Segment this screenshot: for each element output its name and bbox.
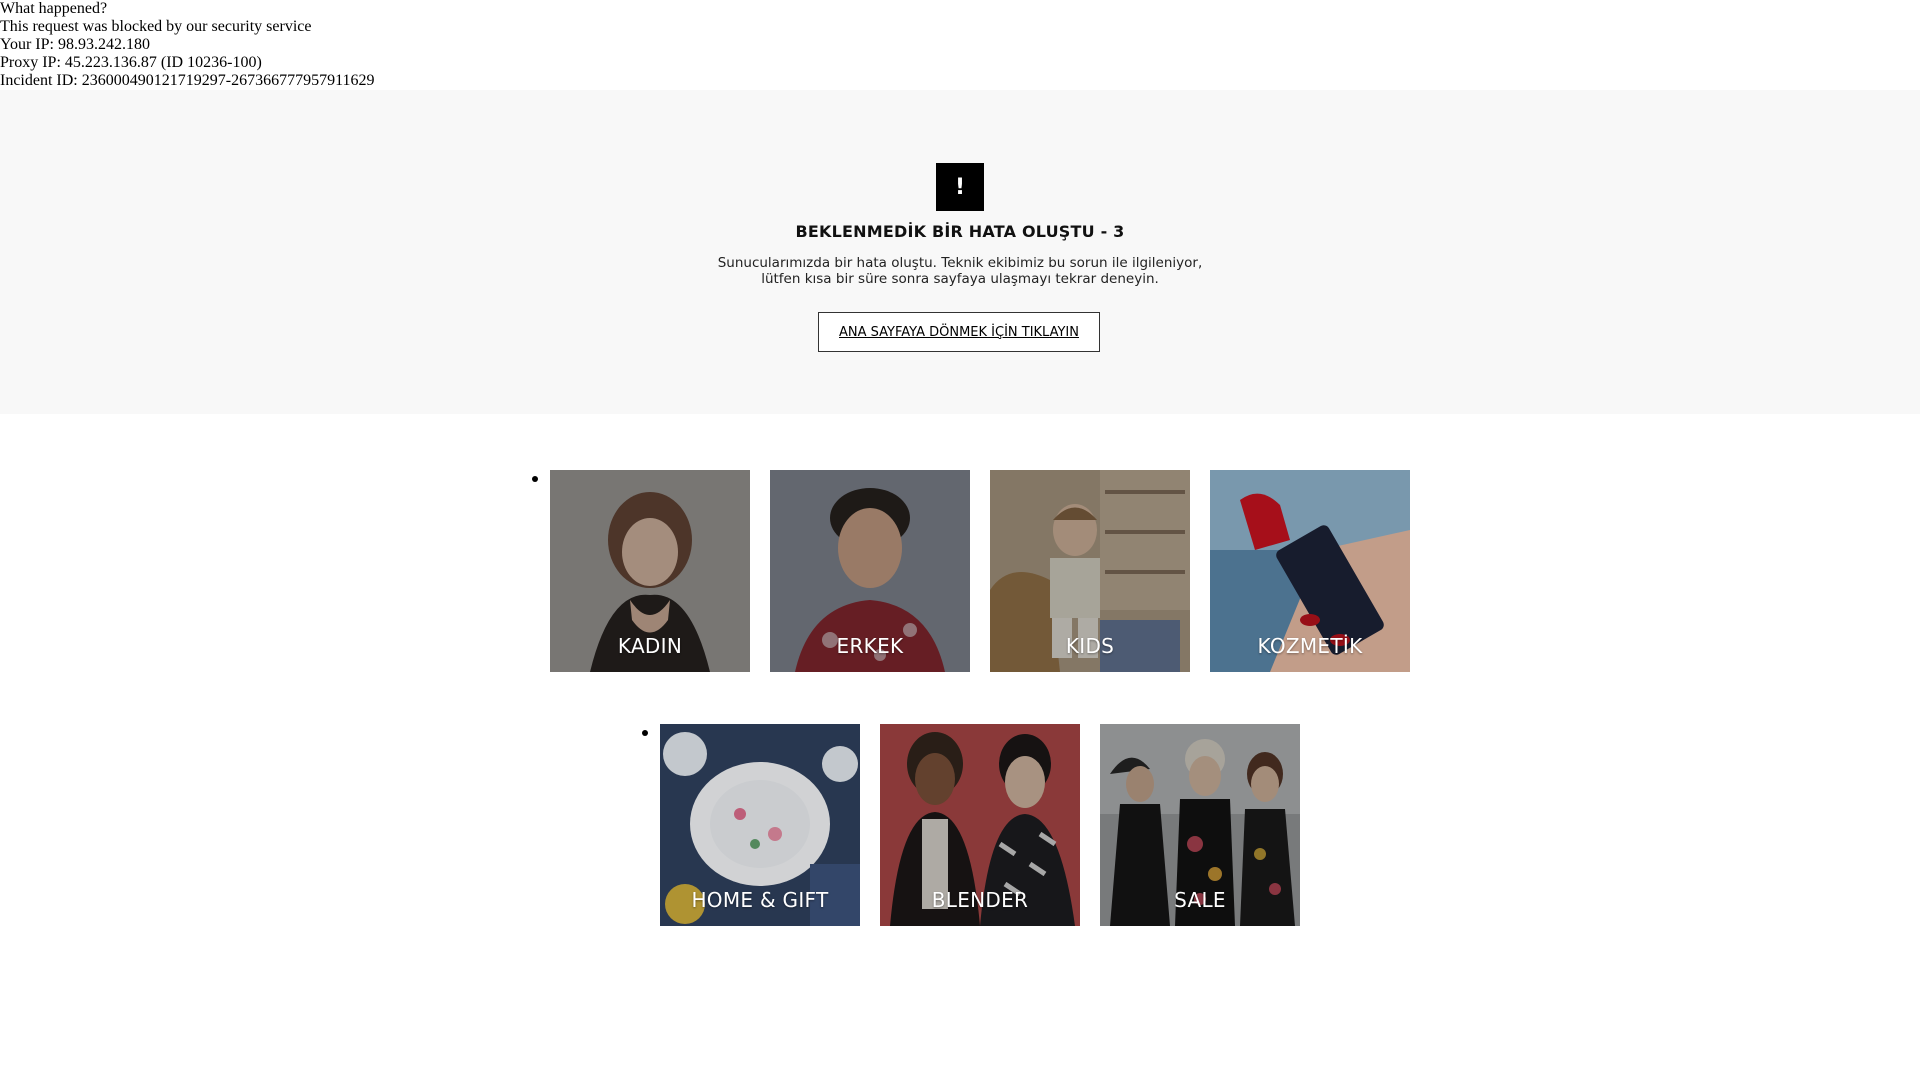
category-label: KOZMETİK bbox=[1257, 634, 1363, 658]
category-tile-blender[interactable]: BLENDER bbox=[880, 724, 1080, 926]
incident-id-text: Incident ID: 236000490121719297-26736677… bbox=[0, 72, 375, 89]
exclamation-icon: ! bbox=[936, 163, 984, 211]
security-block-info: What happened? This request was blocked … bbox=[0, 0, 1920, 90]
proxy-ip-text: Proxy IP: 45.223.136.87 (ID 10236-100) bbox=[0, 54, 262, 71]
error-title: BEKLENMEDİK BİR HATA OLUŞTU - 3 bbox=[795, 222, 1125, 241]
category-tile-home-gift[interactable]: HOME & GIFT bbox=[660, 724, 860, 926]
home-page-link[interactable]: ANA SAYFAYA DÖNMEK İÇİN TIKLAYIN bbox=[818, 312, 1100, 352]
category-tile-erkek[interactable]: ERKEK bbox=[770, 470, 970, 672]
list-bullet bbox=[642, 730, 648, 736]
category-tile-kids[interactable]: KIDS bbox=[990, 470, 1190, 672]
category-label: BLENDER bbox=[931, 888, 1029, 912]
error-message-line-2: lütfen kısa bir süre sonra sayfaya ulaşm… bbox=[761, 271, 1159, 287]
category-label: KADIN bbox=[617, 634, 683, 658]
category-label: ERKEK bbox=[836, 634, 904, 658]
category-label: SALE bbox=[1174, 888, 1226, 912]
error-message: Sunucularımızda bir hata oluştu. Teknik … bbox=[0, 255, 1920, 287]
error-panel: ! BEKLENMEDİK BİR HATA OLUŞTU - 3 Sunucu… bbox=[0, 90, 1920, 414]
category-label: HOME & GIFT bbox=[691, 888, 829, 912]
list-bullet bbox=[532, 476, 538, 482]
category-label: KIDS bbox=[1065, 634, 1115, 658]
blocked-message: This request was blocked by our security… bbox=[0, 18, 312, 35]
category-tile-kadin[interactable]: KADIN bbox=[550, 470, 750, 672]
what-happened-text: What happened? bbox=[0, 0, 108, 17]
category-tile-kozmetik[interactable]: KOZMETİK bbox=[1210, 470, 1410, 672]
your-ip-text: Your IP: 98.93.242.180 bbox=[0, 36, 150, 53]
error-message-line-1: Sunucularımızda bir hata oluştu. Teknik … bbox=[717, 255, 1203, 271]
category-tile-sale[interactable]: SALE bbox=[1100, 724, 1300, 926]
